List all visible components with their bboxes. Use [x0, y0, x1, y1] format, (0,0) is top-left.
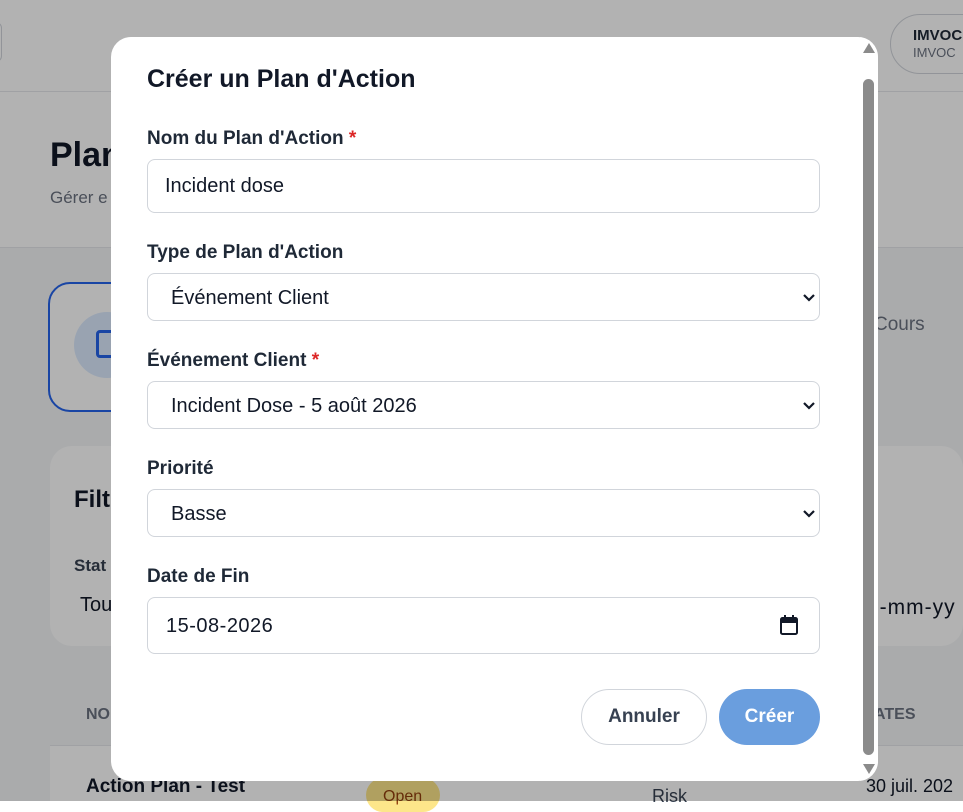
scroll-up-arrow-icon[interactable] [863, 43, 875, 53]
calendar-icon[interactable] [780, 615, 798, 635]
required-marker: * [311, 350, 320, 371]
priority-field-label: Priorité [147, 458, 214, 479]
event-field-label-text: Événement Client [147, 350, 307, 371]
type-select[interactable]: Événement Client [147, 273, 820, 321]
type-select-value: Événement Client [171, 287, 329, 309]
scrollbar-thumb[interactable] [863, 79, 874, 755]
required-marker: * [348, 128, 357, 149]
modal-title: Créer un Plan d'Action [147, 65, 416, 93]
priority-select-value: Basse [171, 503, 227, 525]
modal-scrollbar[interactable] [860, 37, 878, 781]
event-select[interactable]: Incident Dose - 5 août 2026 [147, 381, 820, 429]
end-date-field-label: Date de Fin [147, 566, 250, 587]
name-field[interactable] [147, 159, 820, 213]
event-select-value: Incident Dose - 5 août 2026 [171, 395, 417, 417]
chevron-down-icon [803, 294, 815, 302]
name-input[interactable] [148, 160, 819, 212]
event-field-label: Événement Client * [147, 350, 319, 372]
chevron-down-icon [803, 402, 815, 410]
create-button[interactable]: Créer [719, 689, 820, 745]
create-action-plan-modal: Créer un Plan d'Action Nom du Plan d'Act… [111, 37, 878, 781]
scroll-down-arrow-icon[interactable] [863, 764, 875, 774]
end-date-input[interactable]: 15-08-2026 [147, 597, 820, 654]
chevron-down-icon [803, 510, 815, 518]
priority-select[interactable]: Basse [147, 489, 820, 537]
end-date-value: 15-08-2026 [166, 615, 274, 637]
cancel-button[interactable]: Annuler [581, 689, 707, 745]
name-field-label-text: Nom du Plan d'Action [147, 128, 344, 149]
name-field-label: Nom du Plan d'Action * [147, 128, 356, 150]
type-field-label: Type de Plan d'Action [147, 242, 344, 263]
